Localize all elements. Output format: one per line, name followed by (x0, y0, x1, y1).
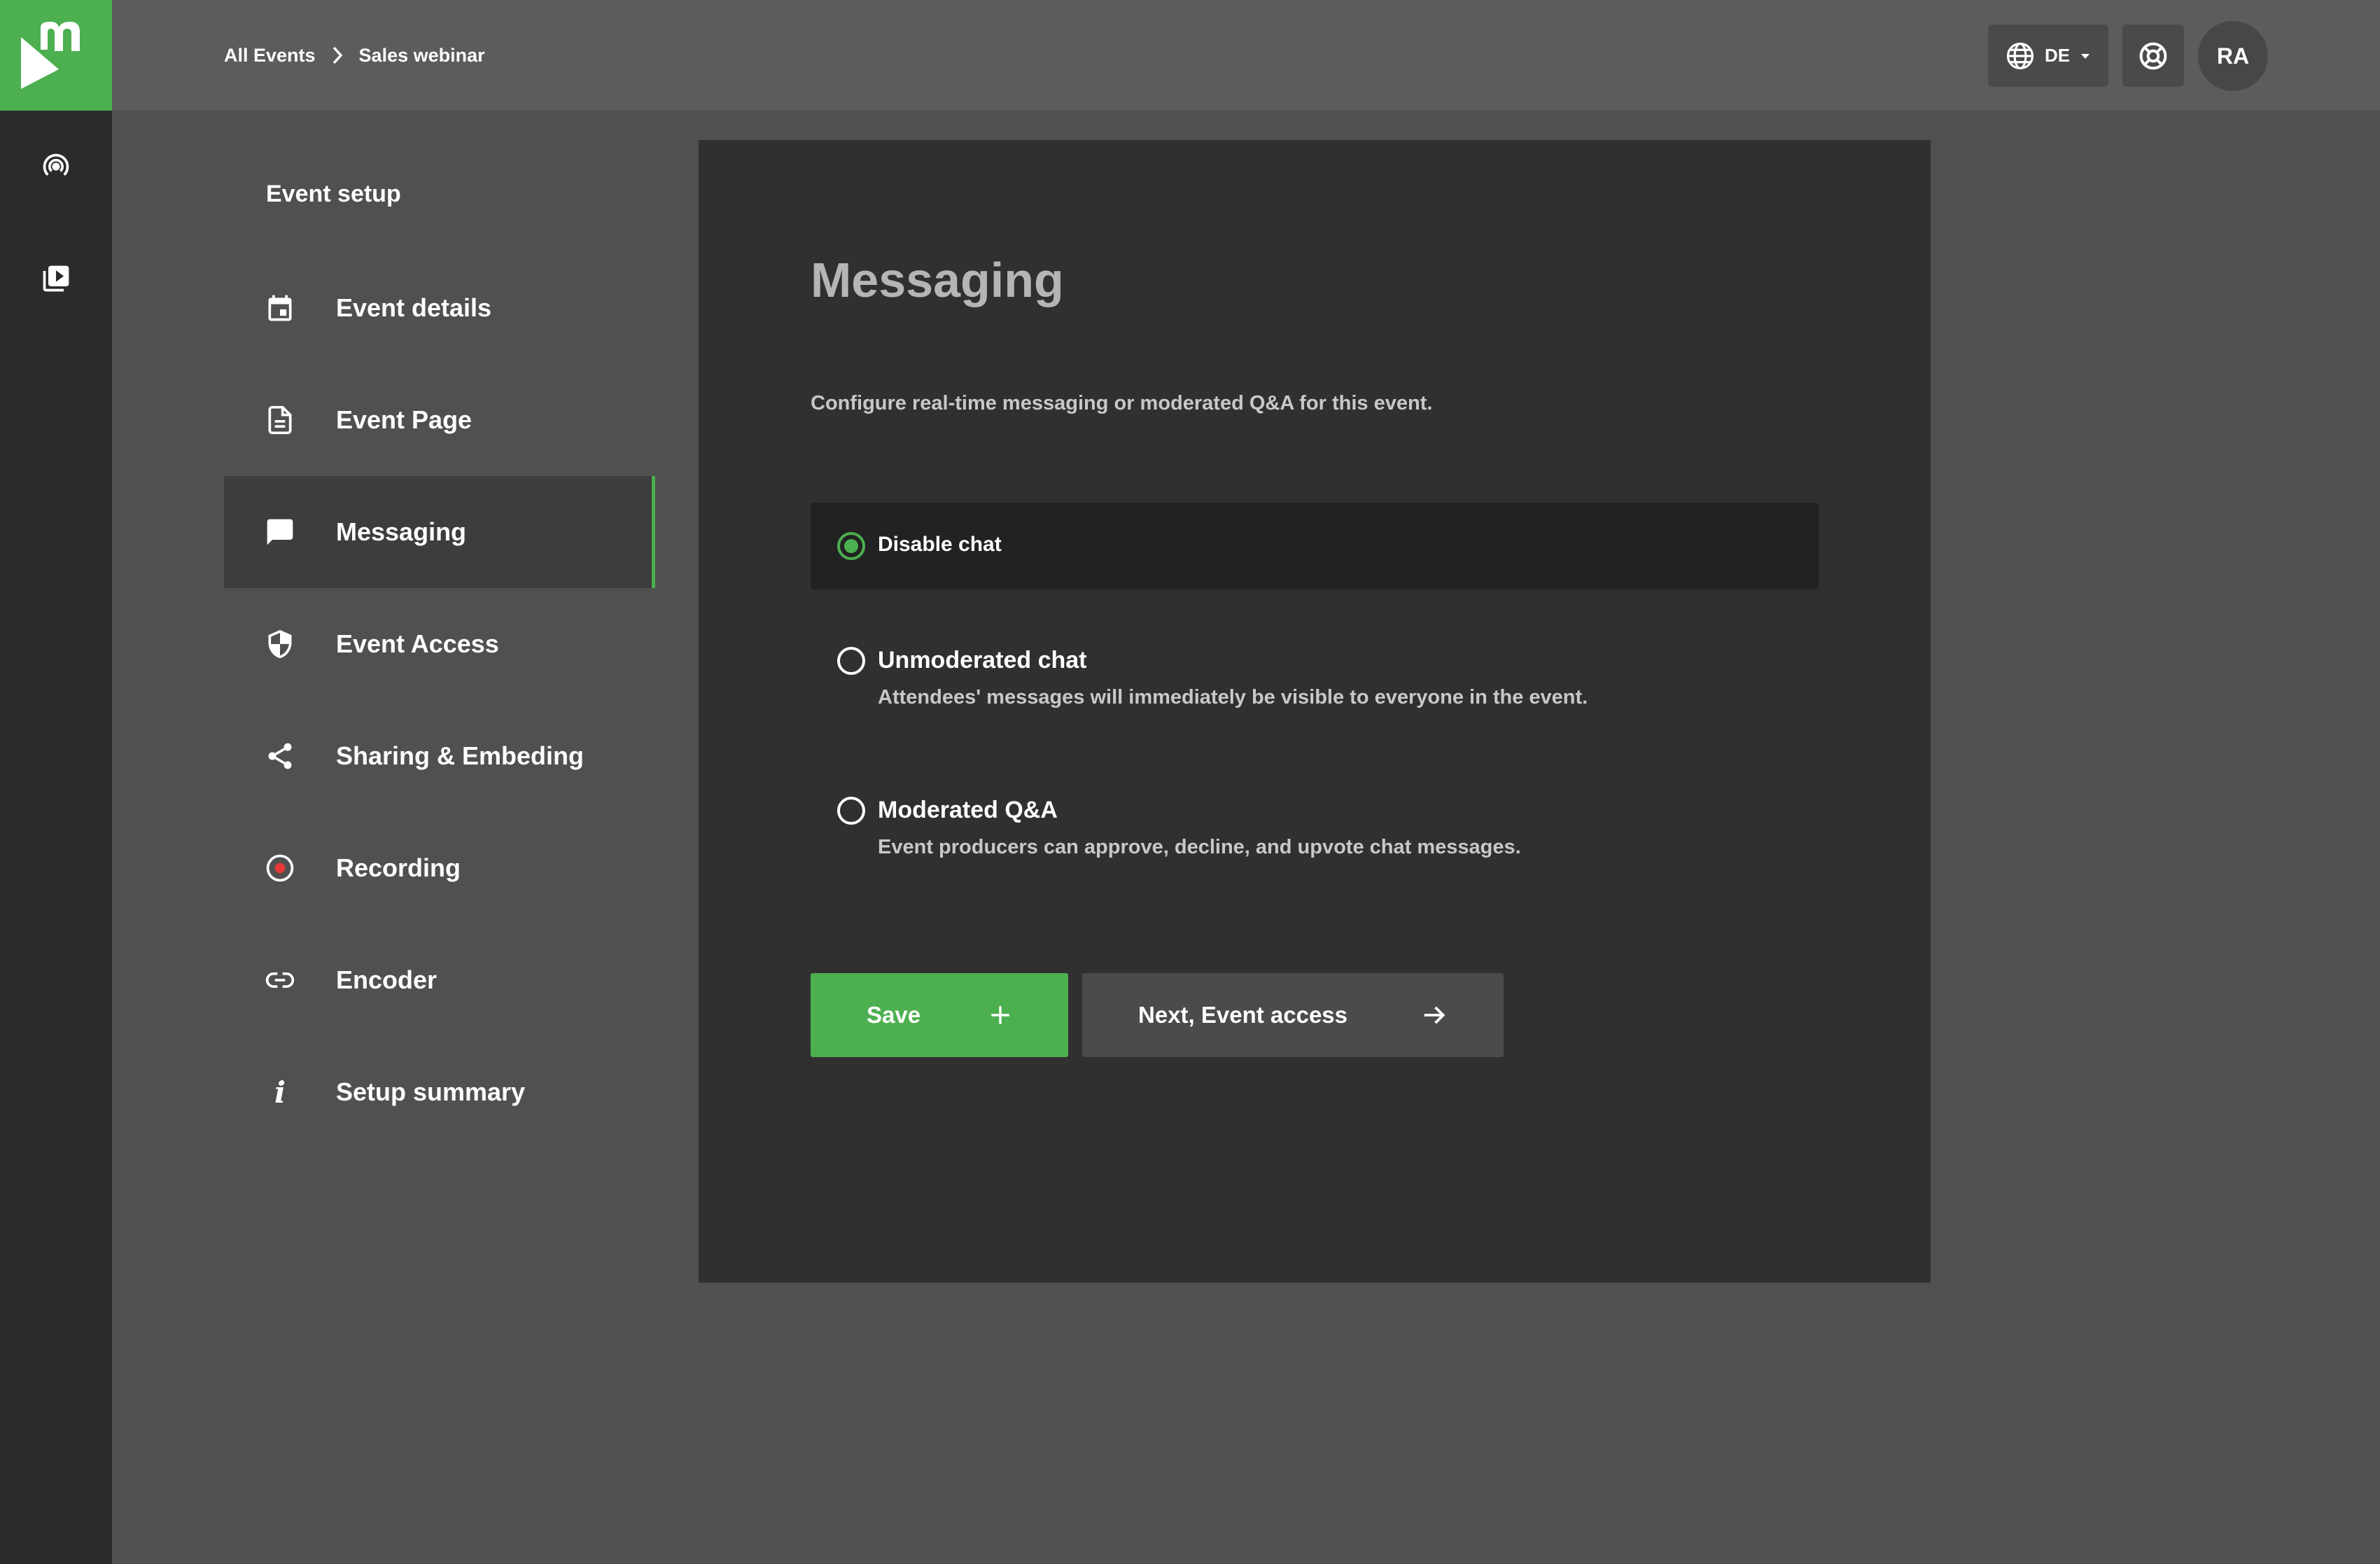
nav-item-encoder[interactable]: Encoder (224, 924, 655, 1036)
breadcrumb-all-events[interactable]: All Events (224, 45, 316, 67)
save-button[interactable]: Save (811, 973, 1068, 1057)
document-icon (259, 399, 301, 441)
nav-label: Event Access (336, 629, 499, 658)
nav-label: Sharing & Embeding (336, 741, 584, 770)
option-description: Event producers can approve, decline, an… (878, 836, 1521, 858)
calendar-icon (259, 287, 301, 329)
video-library-icon[interactable] (28, 251, 84, 307)
nav-item-setup-summary[interactable]: i Setup summary (224, 1036, 655, 1148)
option-disable-chat[interactable]: Disable chat (811, 503, 1819, 589)
plus-icon (991, 1006, 1009, 1024)
nav-item-event-access[interactable]: Event Access (224, 588, 655, 700)
page-description: Configure real-time messaging or moderat… (811, 392, 1433, 414)
nav-item-recording[interactable]: Recording (224, 812, 655, 924)
user-avatar[interactable]: RA (2198, 21, 2268, 91)
save-label: Save (867, 1002, 921, 1028)
nav-label: Setup summary (336, 1077, 526, 1106)
setup-nav-title: Event setup (266, 181, 401, 207)
breadcrumb-current: Sales webinar (358, 44, 485, 66)
chat-icon (259, 511, 301, 553)
option-label: Moderated Q&A (878, 797, 1058, 823)
app-logo[interactable] (0, 0, 112, 111)
nav-label: Encoder (336, 965, 438, 994)
lifebuoy-icon (2139, 42, 2167, 69)
info-icon: i (274, 1075, 286, 1110)
nav-label: Event details (336, 293, 492, 322)
shield-icon (259, 623, 301, 665)
language-code: DE (2044, 45, 2071, 66)
next-label: Next, Event access (1138, 1002, 1348, 1028)
nav-label: Event Page (336, 405, 472, 434)
logo-icon (21, 22, 80, 89)
radio-moderated-qa[interactable] (837, 797, 865, 825)
left-rail (0, 0, 112, 1564)
live-broadcast-icon[interactable] (28, 139, 84, 195)
arrow-right-icon (1424, 1006, 1446, 1024)
option-description: Attendees' messages will immediately be … (878, 686, 1588, 708)
option-label: Disable chat (878, 533, 1002, 556)
page-title: Messaging (811, 253, 1064, 307)
nav-item-messaging[interactable]: Messaging (224, 476, 655, 588)
link-icon (259, 959, 301, 1001)
nav-label: Recording (336, 853, 461, 882)
nav-label: Messaging (336, 517, 467, 546)
nav-item-sharing[interactable]: Sharing & Embeding (224, 700, 655, 812)
record-icon (259, 847, 301, 889)
share-icon (259, 735, 301, 777)
option-label: Unmoderated chat (878, 647, 1087, 673)
chevron-right-icon (332, 46, 342, 64)
help-button[interactable] (2122, 25, 2184, 87)
globe-icon (2006, 42, 2034, 69)
radio-unmoderated-chat[interactable] (837, 647, 865, 675)
messaging-panel: Messaging Configure real-time messaging … (699, 140, 1931, 1283)
language-selector[interactable]: DE (1988, 25, 2108, 87)
nav-item-event-page[interactable]: Event Page (224, 364, 655, 476)
radio-disable-chat[interactable] (837, 532, 865, 560)
nav-item-event-details[interactable]: Event details (224, 252, 655, 364)
breadcrumb: All Events Sales webinar (224, 0, 485, 111)
caret-down-icon (2081, 53, 2090, 59)
next-event-access-button[interactable]: Next, Event access (1082, 973, 1504, 1057)
